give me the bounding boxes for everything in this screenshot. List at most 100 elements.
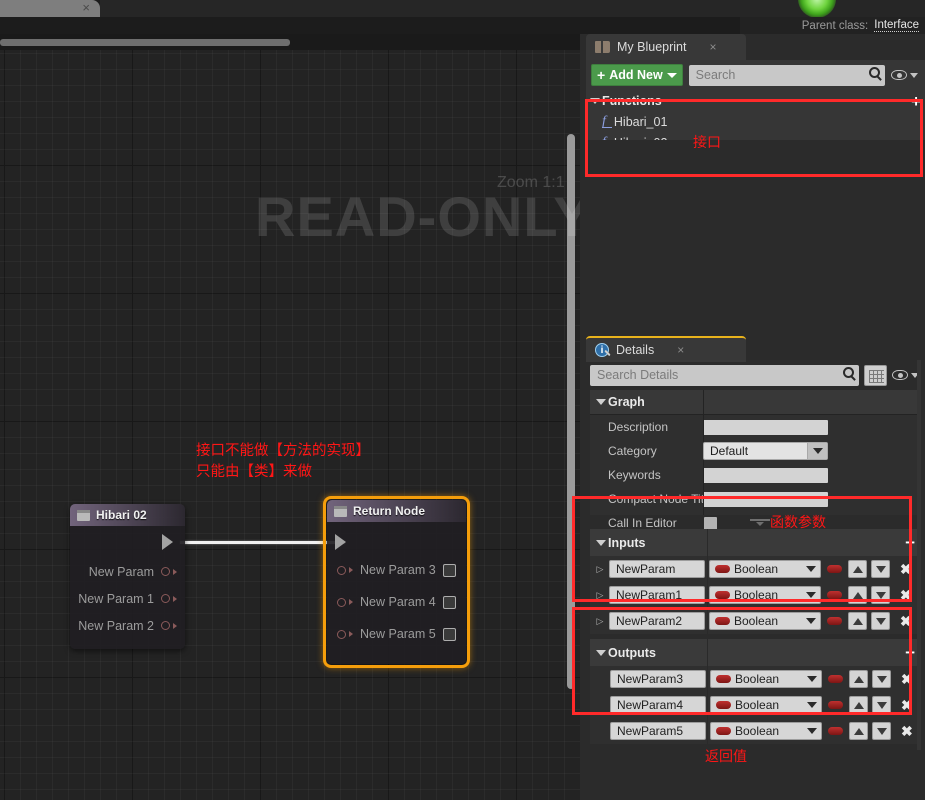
chevron-down-icon[interactable] (807, 676, 817, 682)
graph-node-hibari-02[interactable]: Hibari 02 New Param New Param 1 New Para… (70, 504, 185, 649)
move-down-button[interactable] (871, 612, 890, 630)
move-up-button[interactable] (849, 670, 868, 688)
node-pin-row[interactable]: New Param 1 (70, 585, 185, 612)
parent-class-value-link[interactable]: Interface (874, 19, 919, 32)
node-pin-row[interactable]: New Param 2 (70, 612, 185, 639)
inputs-section-header[interactable]: Inputs + (590, 529, 921, 556)
close-icon[interactable]: × (82, 0, 90, 16)
output-name-field[interactable]: NewParam5 (610, 722, 706, 740)
remove-input-button[interactable]: ✖ (900, 613, 912, 630)
close-icon[interactable]: × (709, 40, 716, 54)
expander-triangle-icon[interactable] (590, 98, 600, 104)
move-down-button[interactable] (871, 560, 890, 578)
boolean-pin-icon[interactable] (337, 629, 346, 639)
move-up-button[interactable] (848, 612, 867, 630)
boolean-pin-icon[interactable] (337, 565, 346, 575)
tab-details[interactable]: i Details × (586, 336, 746, 362)
output-type-dropdown[interactable]: Boolean (710, 696, 822, 714)
boolean-value-checkbox[interactable] (442, 627, 456, 641)
display-options-button[interactable] (864, 364, 887, 386)
description-field[interactable] (703, 419, 828, 435)
details-scrollbar[interactable] (917, 360, 921, 750)
search-icon[interactable] (869, 66, 880, 78)
chevron-down-icon[interactable] (807, 443, 827, 459)
exec-input-pin-icon[interactable] (335, 534, 346, 550)
keywords-field[interactable] (703, 467, 828, 483)
function-list-item[interactable]: f Hibari_01 (586, 111, 925, 132)
expander-triangle-icon[interactable] (596, 649, 606, 656)
move-up-button[interactable] (849, 696, 868, 714)
chevron-down-icon[interactable] (807, 702, 817, 708)
boolean-pin-icon[interactable] (161, 567, 170, 576)
output-type-dropdown[interactable]: Boolean (710, 722, 822, 740)
chevron-down-icon[interactable] (806, 592, 816, 598)
boolean-value-checkbox[interactable] (442, 563, 456, 577)
remove-input-button[interactable]: ✖ (900, 587, 912, 604)
input-name-field[interactable]: NewParam1 (609, 586, 705, 604)
chevron-down-icon[interactable] (807, 728, 817, 734)
details-search-input[interactable]: Search Details (590, 364, 859, 386)
graph-horizontal-scrollbar[interactable] (0, 39, 290, 46)
boolean-pin-icon[interactable] (161, 621, 170, 630)
editor-tab-partial[interactable]: × (0, 0, 100, 17)
node-body[interactable]: Hibari 02 New Param New Param 1 New Para… (70, 504, 185, 649)
chevron-down-icon[interactable] (666, 72, 677, 78)
node-body[interactable]: Return Node New Param 3 New Param 4 New … (327, 500, 466, 664)
category-dropdown[interactable]: Default (703, 442, 828, 460)
boolean-value-checkbox[interactable] (442, 595, 456, 609)
chevron-down-icon[interactable] (806, 618, 816, 624)
pass-by-reference-icon[interactable] (827, 565, 842, 573)
node-pin-row[interactable]: New Param (70, 558, 185, 585)
graph-node-return-node[interactable]: Return Node New Param 3 New Param 4 New … (323, 496, 470, 668)
move-up-button[interactable] (848, 560, 867, 578)
pass-by-reference-icon[interactable] (828, 727, 843, 735)
input-type-dropdown[interactable]: Boolean (709, 560, 821, 578)
node-title-bar[interactable]: Return Node (327, 500, 466, 522)
pass-by-reference-icon[interactable] (828, 675, 843, 683)
node-pin-row[interactable]: New Param 3 (327, 554, 466, 586)
chevron-down-icon[interactable] (806, 566, 816, 572)
expander-triangle-icon[interactable]: ▷ (595, 590, 605, 601)
search-icon[interactable] (843, 366, 854, 378)
close-icon[interactable]: × (677, 343, 684, 357)
move-down-button[interactable] (872, 696, 891, 714)
my-blueprint-search-input[interactable]: Search (688, 64, 885, 86)
graph-section-header[interactable]: Graph (590, 390, 921, 415)
output-name-field[interactable]: NewParam3 (610, 670, 706, 688)
remove-output-button[interactable]: ✖ (901, 723, 913, 740)
output-type-dropdown[interactable]: Boolean (710, 670, 822, 688)
move-up-button[interactable] (849, 722, 868, 740)
outputs-section-header[interactable]: Outputs + (590, 639, 921, 666)
remove-output-button[interactable]: ✖ (901, 671, 913, 688)
input-type-dropdown[interactable]: Boolean (709, 612, 821, 630)
pass-by-reference-icon[interactable] (827, 591, 842, 599)
pass-by-reference-icon[interactable] (828, 701, 843, 709)
pass-by-reference-icon[interactable] (827, 617, 842, 625)
boolean-pin-icon[interactable] (337, 597, 346, 607)
move-down-button[interactable] (872, 722, 891, 740)
input-type-dropdown[interactable]: Boolean (709, 586, 821, 604)
output-name-field[interactable]: NewParam4 (610, 696, 706, 714)
move-down-button[interactable] (872, 670, 891, 688)
move-up-button[interactable] (848, 586, 867, 604)
node-title-bar[interactable]: Hibari 02 (70, 504, 185, 526)
boolean-pin-icon[interactable] (161, 594, 170, 603)
exec-output-pin-icon[interactable] (162, 534, 173, 550)
exec-wire[interactable] (180, 541, 345, 544)
remove-input-button[interactable]: ✖ (900, 561, 912, 578)
visibility-options-button[interactable] (891, 70, 920, 80)
move-down-button[interactable] (871, 586, 890, 604)
expander-triangle-icon[interactable]: ▷ (595, 564, 605, 575)
node-pin-row[interactable]: New Param 4 (327, 586, 466, 618)
add-function-button[interactable]: + (911, 93, 921, 110)
add-output-button[interactable]: + (905, 644, 915, 661)
add-new-button[interactable]: + Add New (591, 64, 683, 86)
tab-my-blueprint[interactable]: My Blueprint × (586, 34, 746, 60)
remove-output-button[interactable]: ✖ (901, 697, 913, 714)
compact-node-title-field[interactable] (703, 491, 828, 507)
expander-triangle-icon[interactable]: ▷ (595, 616, 605, 627)
expander-triangle-icon[interactable] (596, 539, 606, 546)
functions-section-header[interactable]: Functions + (586, 91, 925, 111)
expander-triangle-icon[interactable] (596, 399, 606, 405)
input-name-field[interactable]: NewParam2 (609, 612, 705, 630)
